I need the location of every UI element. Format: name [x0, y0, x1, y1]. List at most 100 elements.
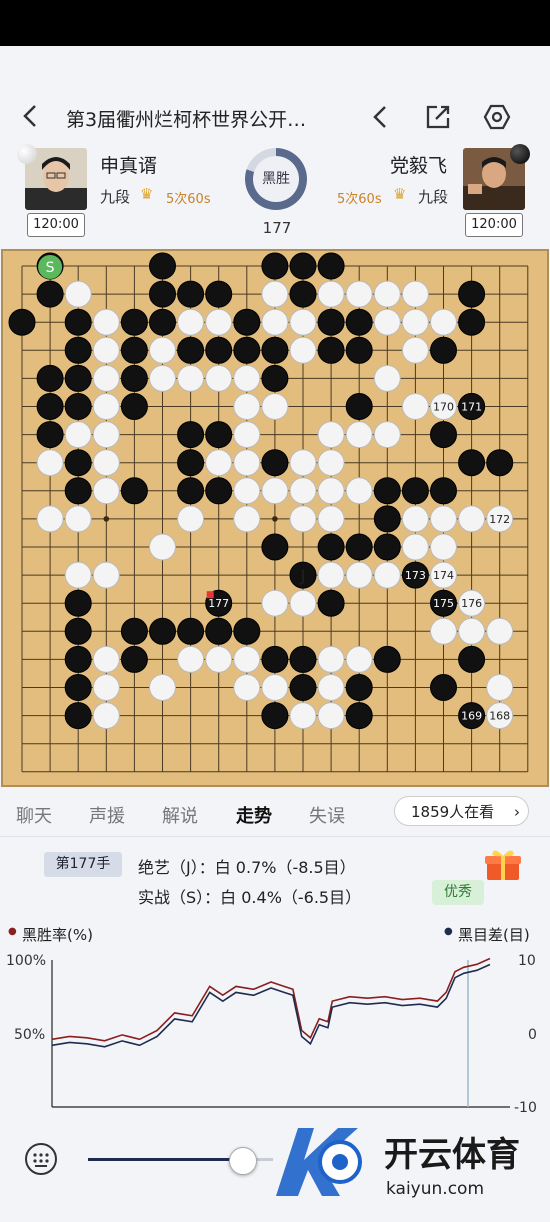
white-stone: [64, 421, 92, 449]
y-right-tick-0: 0: [528, 1027, 537, 1043]
white-stone: [261, 280, 289, 308]
white-stone: [233, 674, 261, 701]
kaiyun-watermark: 开云体育 kaiyun.com: [276, 1128, 520, 1199]
black-stone: [317, 252, 345, 280]
black-stone: [205, 336, 233, 364]
black-stone: [64, 336, 92, 364]
gift-icon[interactable]: [484, 848, 522, 882]
black-stone: [64, 617, 92, 645]
back-icon[interactable]: [18, 103, 44, 129]
move-badge: 第177手: [44, 852, 122, 877]
black-stone: [430, 421, 457, 449]
white-stone: [317, 645, 345, 673]
move-slider-handle[interactable]: [229, 1147, 257, 1175]
y-tick-50: 50%: [14, 1027, 45, 1043]
move-number-label: 170: [433, 401, 454, 414]
watermark-url: kaiyun.com: [386, 1179, 484, 1199]
white-stone: [345, 421, 373, 449]
share-icon[interactable]: [424, 103, 452, 131]
black-player-clock: 120:00: [27, 213, 85, 237]
black-stone: [177, 477, 205, 505]
black-stone: [458, 645, 486, 673]
black-stone: [233, 308, 261, 336]
white-stone: [345, 645, 373, 673]
viewers-button[interactable]: 1859人在看 ›: [394, 796, 529, 826]
black-stone: [205, 617, 233, 645]
previous-icon[interactable]: [367, 103, 395, 131]
chevron-right-icon: ›: [514, 803, 520, 821]
white-stone: [92, 674, 120, 701]
black-stone: [120, 364, 148, 392]
white-stone: [92, 336, 120, 364]
white-stone: [289, 477, 317, 505]
score-line: [51, 963, 491, 1048]
watermark-brand: 开云体育: [384, 1135, 520, 1175]
black-stone: [261, 364, 289, 392]
black-stone: [345, 308, 373, 336]
white-stone: [486, 617, 514, 645]
tab-mistakes[interactable]: 失误: [309, 802, 345, 828]
white-stone: [289, 702, 317, 730]
keyboard-icon[interactable]: [24, 1142, 58, 1176]
white-stone: [401, 533, 429, 561]
tab-commentary[interactable]: 解说: [162, 802, 198, 828]
white-stone: [177, 308, 205, 336]
black-stone: [345, 702, 373, 730]
black-stone: [205, 477, 233, 505]
white-stone: [345, 561, 373, 589]
white-stone: [373, 364, 401, 392]
tab-trend[interactable]: 走势: [236, 802, 272, 828]
black-stone: [430, 336, 457, 364]
black-stone: [120, 336, 148, 364]
black-stone: [345, 393, 373, 420]
white-stone: [401, 393, 429, 420]
white-stone: [261, 674, 289, 701]
white-stone: [205, 364, 233, 392]
white-stone: [36, 505, 64, 533]
settings-icon[interactable]: [483, 103, 511, 131]
go-board[interactable]: 168 169 170 171 172 173 174 175 176 177 S J: [0, 248, 550, 788]
white-stone: [92, 364, 120, 392]
white-stone: [289, 589, 317, 617]
black-stone: [64, 674, 92, 701]
white-stone: [92, 645, 120, 673]
black-stone-icon: [510, 144, 530, 164]
black-stone: [289, 674, 317, 701]
white-stone: [317, 702, 345, 730]
y-right-tick-10: 10: [518, 953, 536, 969]
white-stone: [317, 505, 345, 533]
white-stone: [261, 477, 289, 505]
black-stone: [149, 308, 176, 336]
score-legend-dot: ●: [444, 926, 453, 937]
white-stone: [261, 393, 289, 420]
score-axis-label: 黑目差(目): [458, 926, 530, 944]
white-stone: [205, 449, 233, 477]
white-stone: [430, 533, 457, 561]
black-player-rank: 九段: [100, 188, 131, 206]
black-stone: [430, 674, 457, 701]
white-player-clock: 120:00: [465, 213, 523, 237]
white-stone: [317, 280, 345, 308]
black-stone: [233, 617, 261, 645]
tab-chat[interactable]: 聊天: [16, 802, 52, 828]
black-stone: [373, 645, 401, 673]
black-stone: [289, 252, 317, 280]
white-player-byoyomi: 5次60s: [337, 192, 382, 207]
black-stone: [120, 617, 148, 645]
black-stone: [64, 645, 92, 673]
white-stone: [401, 505, 429, 533]
white-stone: [149, 364, 176, 392]
white-stone: [92, 449, 120, 477]
trend-graph[interactable]: 100% 50% 10 0 -10: [0, 948, 550, 1124]
winrate-axis-label: 黑胜率(%): [22, 926, 93, 944]
black-stone: [205, 421, 233, 449]
tab-bar: 聊天 声援 解说 走势 失误 1859人在看 ›: [0, 790, 550, 837]
white-stone: [233, 477, 261, 505]
white-stone: [92, 421, 120, 449]
black-stone: [458, 449, 486, 477]
result-indicator: 黑胜: [245, 148, 307, 210]
page-title: 第3届衢州烂柯杯世界公开…: [66, 109, 307, 131]
black-stone: [261, 533, 289, 561]
tab-support[interactable]: 声援: [89, 802, 125, 828]
white-stone: [317, 561, 345, 589]
